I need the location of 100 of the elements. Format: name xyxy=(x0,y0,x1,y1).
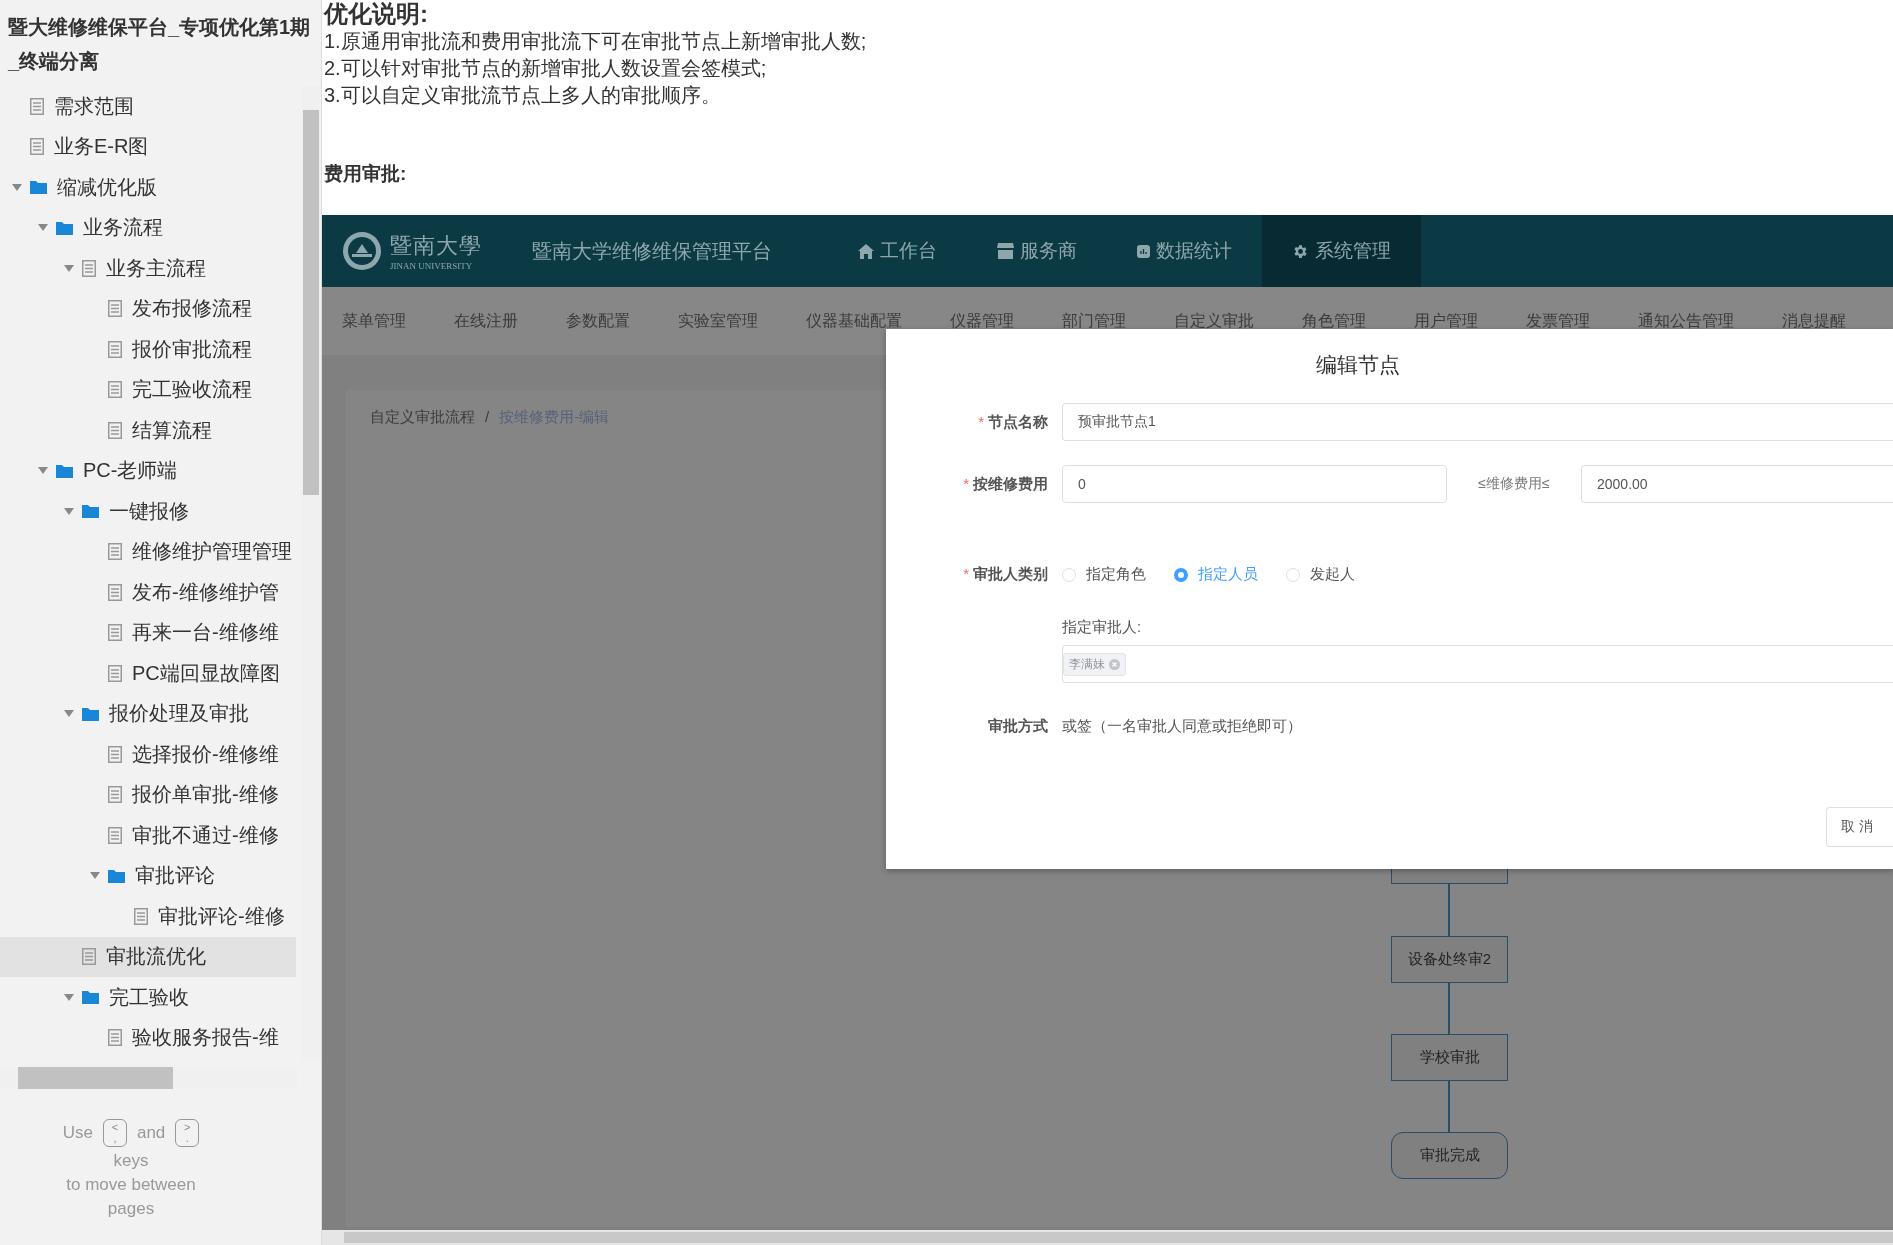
store-icon xyxy=(997,243,1014,259)
description-line: 3.可以自定义审批流节点上多人的审批顺序。 xyxy=(323,83,722,108)
folder-icon xyxy=(82,990,99,1005)
page-icon xyxy=(108,786,122,804)
settings-icon xyxy=(1292,242,1309,260)
folder-icon xyxy=(82,504,99,519)
description-line: 2.可以针对审批节点的新增审批人数设置会签模式; xyxy=(323,56,768,81)
page-icon xyxy=(108,826,122,844)
app-title: 暨南大学维修维保管理平台 xyxy=(532,238,773,264)
field-label: * 审批人类别 xyxy=(962,565,1049,584)
hint-text: keys xyxy=(113,1151,149,1171)
field-label: 指定审批人: xyxy=(1062,618,1143,637)
tree-item[interactable]: 报价处理及审批 xyxy=(0,693,296,734)
connector-line xyxy=(1448,884,1450,936)
field-label: 审批方式 xyxy=(987,717,1049,736)
chart-icon xyxy=(1137,244,1150,258)
radio-option[interactable]: 指定角色 xyxy=(1062,565,1146,584)
hint-text: and xyxy=(136,1123,166,1143)
key-cap: > . xyxy=(175,1119,200,1147)
horizontal-scrollbar[interactable] xyxy=(322,1230,1893,1245)
page-icon xyxy=(108,664,122,682)
connector-line xyxy=(1448,983,1450,1034)
key-cap: < , xyxy=(102,1119,127,1147)
tree-item[interactable]: 业务E-R图 xyxy=(0,126,296,167)
page-icon xyxy=(108,624,122,642)
home-icon xyxy=(858,243,874,259)
tree-item[interactable]: 业务流程 xyxy=(0,207,296,248)
hint-text: pages xyxy=(107,1199,155,1219)
flow-node: 设备处终审2 xyxy=(1391,936,1508,983)
tree-item[interactable]: 报价单审批-维修 xyxy=(0,774,296,815)
caret-icon[interactable] xyxy=(64,710,74,718)
range-label: ≤维修费用≤ xyxy=(1477,475,1551,493)
folder-icon xyxy=(56,220,73,235)
nav-item[interactable]: 系统管理 xyxy=(1262,215,1421,287)
connector-line xyxy=(1448,1081,1450,1132)
caret-icon[interactable] xyxy=(64,993,74,1001)
tree-item[interactable]: PC端回显故障图 xyxy=(0,653,296,694)
caret-icon[interactable] xyxy=(64,264,74,272)
page-icon xyxy=(30,97,44,115)
input-field[interactable]: 0 xyxy=(1062,465,1447,503)
folder-icon xyxy=(30,180,47,195)
nav-item[interactable]: 工作台 xyxy=(828,215,967,287)
tree-item[interactable]: 发布报修流程 xyxy=(0,288,296,329)
flow-end-node: 审批完成 xyxy=(1391,1132,1508,1179)
tree-item[interactable]: 验收服务报告-维 xyxy=(0,1017,296,1058)
field-label: * 按维修费用 xyxy=(962,474,1049,494)
breadcrumb-separator: / xyxy=(485,408,490,427)
input-field[interactable]: 预审批节点1 xyxy=(1062,403,1893,441)
tree-item[interactable]: 审批不通过-维修 xyxy=(0,815,296,856)
tree-item[interactable]: 审批流优化 xyxy=(0,936,296,977)
project-title: 暨大维修维保平台_专项优化第1期_终端分离 xyxy=(6,15,312,74)
tree-item[interactable]: 缩减优化版 xyxy=(0,167,296,208)
close-icon[interactable] xyxy=(1109,658,1120,670)
tree-item[interactable]: 报价审批流程 xyxy=(0,329,296,370)
tree-item[interactable]: 需求范围 xyxy=(0,86,296,127)
tree-item[interactable]: 维修维护管理管理 xyxy=(0,531,296,572)
radio-option[interactable]: 发起人 xyxy=(1286,565,1355,584)
nav-item[interactable]: 服务商 xyxy=(967,215,1107,287)
folder-icon xyxy=(108,868,125,883)
required-mark: * xyxy=(978,412,984,430)
required-mark: * xyxy=(963,565,969,582)
cancel-button[interactable]: 取 消 xyxy=(1826,807,1893,847)
section-heading: 费用审批: xyxy=(324,162,408,186)
page-icon xyxy=(108,340,122,358)
page-icon xyxy=(108,1029,122,1047)
required-mark: * xyxy=(963,474,969,492)
caret-icon[interactable] xyxy=(90,872,100,880)
tree-item[interactable]: 选择报价-维修维 xyxy=(0,734,296,775)
section-heading: 优化说明: xyxy=(322,0,429,28)
input-field[interactable]: 2000.00 xyxy=(1581,465,1893,503)
tree-item[interactable]: 业务主流程 xyxy=(0,248,296,289)
tree-item[interactable]: 审批评论 xyxy=(0,855,296,896)
logo-text: 暨南大學 xyxy=(390,232,482,260)
tree-item[interactable]: PC-老师端 xyxy=(0,450,296,491)
tree-item[interactable]: 发布-维修维护管 xyxy=(0,572,296,613)
page-icon xyxy=(82,948,96,966)
tree-item[interactable]: 一键报修 xyxy=(0,491,296,532)
page-icon xyxy=(30,138,44,156)
tree-item[interactable]: 结算流程 xyxy=(0,410,296,451)
caret-icon[interactable] xyxy=(12,183,22,191)
nav-item[interactable]: 数据统计 xyxy=(1107,215,1262,287)
folder-icon xyxy=(56,463,73,478)
caret-icon[interactable] xyxy=(38,467,48,475)
page-icon xyxy=(108,583,122,601)
tree-item[interactable]: 审批评论-维修 xyxy=(0,896,296,937)
page-icon xyxy=(134,907,148,925)
tree-item[interactable]: 再来一台-维修维 xyxy=(0,612,296,653)
tree-item[interactable]: 完工验收流程 xyxy=(0,369,296,410)
hint-text: Use xyxy=(62,1123,93,1143)
tree-item[interactable]: 完工验收 xyxy=(0,977,296,1018)
emblem-icon xyxy=(342,231,382,271)
caret-icon[interactable] xyxy=(64,507,74,515)
logo-subtext: JINAN UNIVERSITY xyxy=(390,261,474,271)
page-icon xyxy=(108,543,122,561)
page-icon xyxy=(108,745,122,763)
description-line: 1.原通用审批流和费用审批流下可在审批节点上新增审批人数; xyxy=(323,29,868,54)
field-value: 或签（一名审批人同意或拒绝即可） xyxy=(1062,717,1302,736)
flow-node: 学校审批 xyxy=(1391,1034,1508,1081)
caret-icon[interactable] xyxy=(38,224,48,232)
folder-icon xyxy=(82,706,99,721)
